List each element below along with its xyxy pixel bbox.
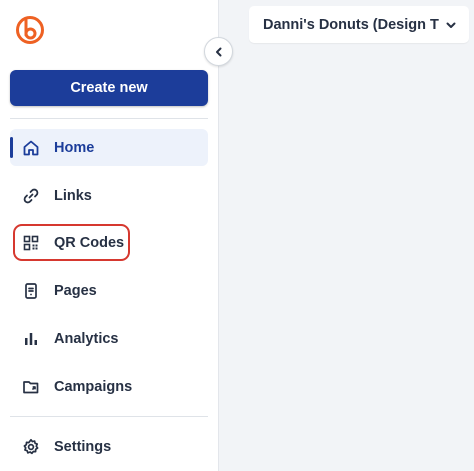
sidebar-item-label: Settings (54, 438, 112, 455)
sidebar-item-label: Campaigns (54, 378, 133, 395)
gear-icon (22, 438, 40, 456)
chevron-down-icon (445, 19, 457, 31)
sidebar-item-label: Home (54, 139, 95, 156)
create-new-button[interactable]: Create new (10, 70, 208, 106)
bar-chart-icon (22, 330, 40, 348)
chevron-left-icon (213, 46, 225, 58)
sidebar-item-label: QR Codes (54, 234, 125, 251)
sidebar-item-label: Links (54, 187, 92, 204)
home-icon (22, 139, 40, 157)
sidebar-item-qr-codes[interactable]: QR Codes (10, 224, 208, 261)
sidebar-item-analytics[interactable]: Analytics (10, 320, 208, 357)
folder-icon (22, 378, 40, 396)
workspace-selector[interactable]: Danni's Donuts (Design T… (249, 6, 469, 43)
sidebar-item-campaigns[interactable]: Campaigns (10, 368, 208, 405)
sidebar-item-links[interactable]: Links (10, 177, 208, 214)
sidebar-item-home[interactable]: Home (10, 129, 208, 166)
page-icon (22, 282, 40, 300)
divider (10, 118, 208, 119)
link-icon (22, 187, 40, 205)
sidebar-item-label: Pages (54, 282, 97, 299)
divider (10, 416, 208, 417)
bitly-logo-icon[interactable] (14, 14, 46, 46)
sidebar: Create new Home Links QR Codes Pages Ana… (0, 0, 219, 471)
sidebar-item-pages[interactable]: Pages (10, 272, 208, 309)
sidebar-item-settings[interactable]: Settings (10, 428, 208, 465)
sidebar-item-label: Analytics (54, 330, 119, 347)
qr-code-icon (22, 234, 40, 252)
collapse-sidebar-button[interactable] (204, 37, 233, 66)
workspace-name: Danni's Donuts (Design T… (263, 16, 439, 33)
